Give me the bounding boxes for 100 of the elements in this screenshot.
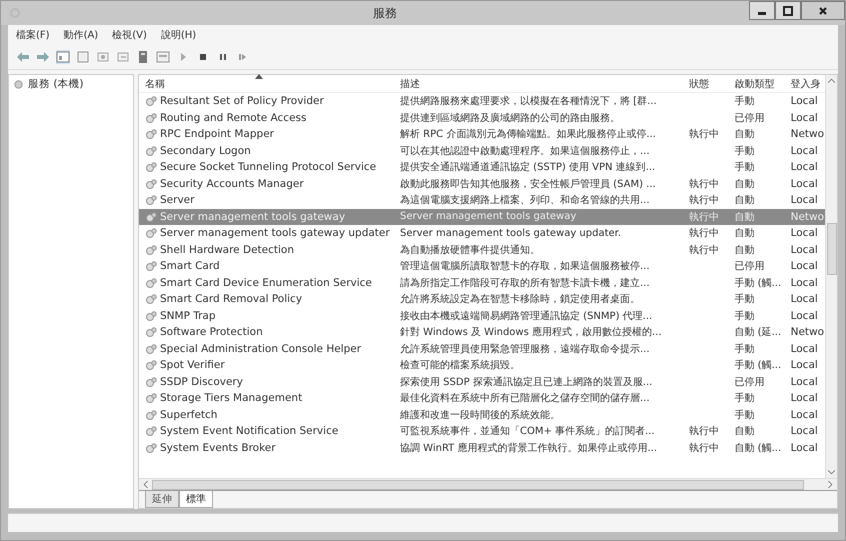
column-header[interactable]: 描述: [396, 76, 684, 90]
table-row[interactable]: Resultant Set of Policy Provider 提供網路服務來處理要求，以模擬在各種情況下，將 [群... 手動 Local: [139, 93, 825, 110]
menu-item[interactable]: 檔案(F): [16, 28, 50, 42]
maximize-button[interactable]: [775, 1, 801, 20]
service-name: Smart Card: [160, 260, 220, 272]
scroll-left-icon[interactable]: [143, 481, 148, 488]
view-tab[interactable]: 標準: [179, 491, 213, 508]
service-description: 可監視系統事件，並通知「COM+ 事件系統」的訂閱者...: [400, 424, 655, 438]
table-row[interactable]: Smart Card Device Enumeration Service 請為所指定工作階段可存取的所有智慧卡讀卡機，建立... 手動 (觸... Local: [139, 274, 825, 291]
logon-account: Local: [790, 161, 818, 174]
service-name: SNMP Trap: [160, 310, 216, 322]
startup-type: 自動: [734, 210, 754, 224]
logon-account: Local: [790, 95, 818, 108]
service-status: 執行中: [689, 442, 720, 455]
startup-type: 自動 (延...: [734, 326, 782, 340]
startup-type: 自動: [734, 425, 754, 438]
logon-account: Local: [790, 408, 818, 421]
menu-item[interactable]: 檢視(V): [112, 28, 147, 42]
table-row[interactable]: Superfetch 維護和改進一段時間後的系統效能。 手動 Local: [139, 406, 825, 423]
service-description: 為這個電腦支援網路上檔案、列印、和命名管線的共用...: [400, 194, 650, 208]
table-row[interactable]: System Event Notification Service 可監視系統事件，並通知「COM+ 事件系統」的訂閱者... 執行中 自動 Local: [139, 423, 825, 440]
table-row[interactable]: System Events Broker 協調 WinRT 應用程式的背景工作執行。如果停止或停用... 執行中 自動 (觸... Local: [139, 440, 825, 456]
service-status: 執行中: [689, 226, 720, 240]
service-description: 允許將系統設定為在智慧卡移除時，鎖定使用者桌面。: [400, 292, 640, 306]
table-row[interactable]: Smart Card 管理這個電腦所讀取智慧卡的存取，如果這個服務被停... 已停用 Local: [139, 258, 825, 274]
properties-icon[interactable]: [156, 50, 170, 64]
vertical-scrollbar[interactable]: [825, 75, 837, 478]
service-name: Routing and Remote Access: [160, 112, 306, 124]
table-row[interactable]: Storage Tiers Management 最佳化資料在系統中所有已階層化之儲存空間的儲存層... 手動 Local: [139, 390, 825, 406]
logon-account: Netwo: [790, 128, 824, 140]
service-description: 提供網路服務來處理要求，以模擬在各種情況下，將 [群...: [400, 94, 657, 108]
table-row[interactable]: Routing and Remote Access 提供連到區域網路及廣域網路的公司的路由服務。 已停用 Local: [139, 110, 825, 126]
table-row[interactable]: Security Accounts Manager 啟動此服務即告知其他服務，安全性帳戶管理員 (SAM) ... 執行中 自動 Local: [139, 176, 825, 192]
service-description: 協調 WinRT 應用程式的背景工作執行。如果停止或停用...: [400, 442, 658, 455]
startup-type: 已停用: [734, 376, 764, 389]
logon-account: Local: [790, 293, 818, 306]
service-description: 為自動播放硬體事件提供通知。: [400, 244, 540, 257]
column-header[interactable]: 登入身: [788, 76, 825, 90]
table-row[interactable]: Smart Card Removal Policy 允許將系統設定為在智慧卡移除時，鎖定使用者桌面。 手動 Local: [139, 291, 825, 308]
service-description: 允許系統管理員使用緊急管理服務，遠端存取命令提示...: [400, 342, 650, 356]
service-description: Server management tools gateway updater.: [400, 228, 622, 239]
table-row[interactable]: Secondary Logon 可以在其他認證中啟動處理程序。如果這個服務停止，... 手動 Local: [139, 142, 825, 159]
service-status: 執行中: [689, 128, 720, 142]
service-description: 管理這個電腦所讀取智慧卡的存取，如果這個服務被停...: [400, 260, 650, 274]
back-arrow-icon[interactable]: [16, 50, 30, 64]
service-name: Spot Verifier: [160, 359, 225, 372]
table-row[interactable]: Server management tools gateway updater Server management tools gateway updater. 執行中 自動 Local: [139, 225, 825, 242]
service-status: 執行中: [689, 178, 720, 191]
service-status: 執行中: [689, 194, 720, 208]
scroll-right-icon[interactable]: [828, 481, 833, 488]
service-description: 接收由本機或遠端簡易網路管理通訊協定 (SNMP) 代理...: [400, 310, 652, 323]
table-row[interactable]: SSDP Discovery 探索使用 SSDP 探索通訊協定且已連上網路的裝置及服... 已停用 Local: [139, 374, 825, 390]
horizontal-scrollbar[interactable]: [139, 478, 837, 490]
close-button[interactable]: [801, 1, 845, 20]
service-name: SSDP Discovery: [160, 376, 243, 388]
sort-arrow-icon: [254, 74, 263, 78]
startup-type: 已停用: [734, 112, 764, 125]
service-name: Software Protection: [160, 326, 263, 338]
service-name: Storage Tiers Management: [160, 392, 302, 404]
service-description: 探索使用 SSDP 探索通訊協定且已連上網路的裝置及服...: [400, 376, 652, 389]
console-tree-icon[interactable]: [56, 50, 70, 64]
service-description: 提供安全通訊端通道通訊協定 (SSTP) 使用 VPN 連線到...: [400, 160, 656, 174]
minimize-button[interactable]: [749, 1, 775, 20]
close-icon: [818, 6, 828, 16]
logon-account: Local: [790, 112, 818, 124]
menu-item[interactable]: 說明(H): [160, 28, 196, 42]
minimize-icon: [758, 12, 766, 14]
view-tab[interactable]: 延伸: [145, 491, 179, 508]
menu-item[interactable]: 動作(A): [64, 28, 98, 42]
service-name: Server management tools gateway updater: [160, 227, 390, 240]
service-status: 執行中: [689, 244, 720, 257]
table-row[interactable]: Server 為這個電腦支援網路上檔案、列印、和命名管線的共用... 執行中 自動 Local: [139, 192, 825, 208]
column-header[interactable]: 狀態: [683, 76, 728, 90]
column-header[interactable]: 名稱: [139, 76, 396, 90]
service-name: Special Administration Console Helper: [160, 342, 362, 355]
logon-account: Local: [790, 194, 818, 206]
window-icon[interactable]: [76, 50, 90, 64]
logon-account: Local: [790, 425, 818, 438]
table-row[interactable]: Special Administration Console Helper 允許系統管理員使用緊急管理服務，遠端存取命令提示... 手動 Local: [139, 340, 825, 357]
forward-arrow-icon[interactable]: [36, 50, 50, 64]
tree-item[interactable]: 服務 (本機): [28, 77, 84, 91]
service-name: Secondary Logon: [160, 144, 251, 157]
column-header[interactable]: 啟動類型: [728, 76, 788, 90]
table-row[interactable]: Secure Socket Tunneling Protocol Service 提供安全通訊端通道通訊協定 (SSTP) 使用 VPN 連線到... 手動 Local: [139, 159, 825, 176]
scrollbar-thumb[interactable]: [152, 480, 804, 490]
table-row[interactable]: RPC Endpoint Mapper 解析 RPC 介面識別元為傳輸端點。如果此服務停止或停... 執行中 自動 Netwo: [139, 126, 825, 142]
scroll-up-icon[interactable]: [828, 78, 835, 83]
scroll-down-icon[interactable]: [828, 470, 835, 475]
startup-type: 手動: [734, 310, 754, 323]
table-row[interactable]: Shell Hardware Detection 為自動播放硬體事件提供通知。 執行中 自動 Local: [139, 242, 825, 258]
table-row[interactable]: Software Protection 針對 Windows 及 Windows 應用程式，啟用數位授權的... 自動 (延... Netwo: [139, 324, 825, 340]
table-row[interactable]: SNMP Trap 接收由本機或遠端簡易網路管理通訊協定 (SNMP) 代理... 手動 Local: [139, 308, 825, 324]
help-book-icon[interactable]: [136, 50, 150, 64]
scrollbar-thumb[interactable]: [826, 223, 836, 275]
service-name: Smart Card Removal Policy: [160, 293, 302, 306]
logon-account: Netwo: [790, 326, 824, 338]
table-row[interactable]: Spot Verifier 檢查可能的檔案系統損毀。 手動 (觸... Local: [139, 357, 825, 374]
service-name: RPC Endpoint Mapper: [160, 128, 274, 140]
startup-type: 手動: [734, 292, 754, 306]
logon-account: Local: [790, 144, 818, 157]
